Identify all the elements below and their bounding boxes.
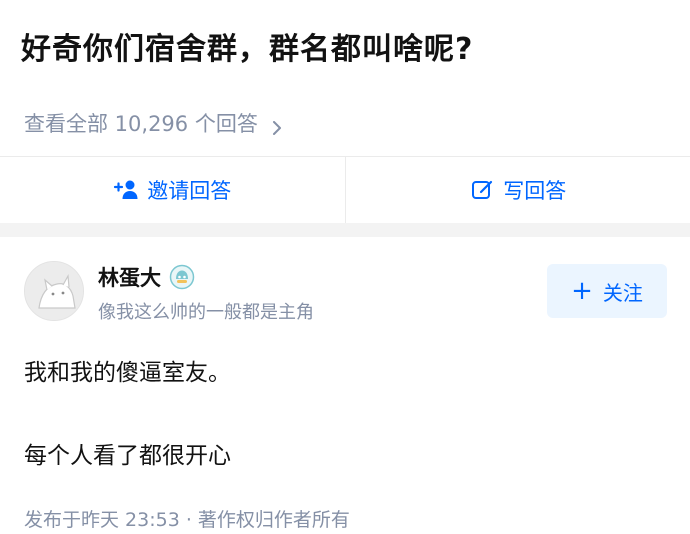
add-user-icon [113,178,141,202]
answer-text-line: 每个人看了都很开心 [24,443,231,469]
write-answer-button[interactable]: 写回答 [346,157,690,223]
invite-answer-button[interactable]: 邀请回答 [0,157,345,223]
author-bio: 像我这么帅的一般都是主角 [98,302,314,323]
author-name-row[interactable]: 林蛋大 [98,262,195,292]
follow-button[interactable]: + 关注 [547,264,667,318]
section-separator [0,223,690,237]
invite-answer-label: 邀请回答 [147,179,232,203]
view-all-label: 查看全部 10,296 个回答 [24,112,258,136]
follow-label: 关注 [602,280,643,305]
author-name: 林蛋大 [98,266,161,290]
view-all-answers-link[interactable]: 查看全部 10,296 个回答 [24,108,284,138]
answer-meta: 发布于昨天 23:53 · 著作权归作者所有 [24,509,350,531]
avatar[interactable] [24,261,84,321]
edit-icon [469,178,497,202]
question-title[interactable]: 好奇你们宿舍群，群名都叫啥呢? [21,24,473,68]
answer-text-line: 我和我的傻逼室友。 [24,360,231,386]
verified-badge-icon [169,264,195,290]
write-answer-label: 写回答 [503,179,567,203]
plus-icon: + [571,276,593,306]
chevron-right-icon [270,116,284,135]
question-action-bar: 邀请回答 写回答 [0,157,690,223]
